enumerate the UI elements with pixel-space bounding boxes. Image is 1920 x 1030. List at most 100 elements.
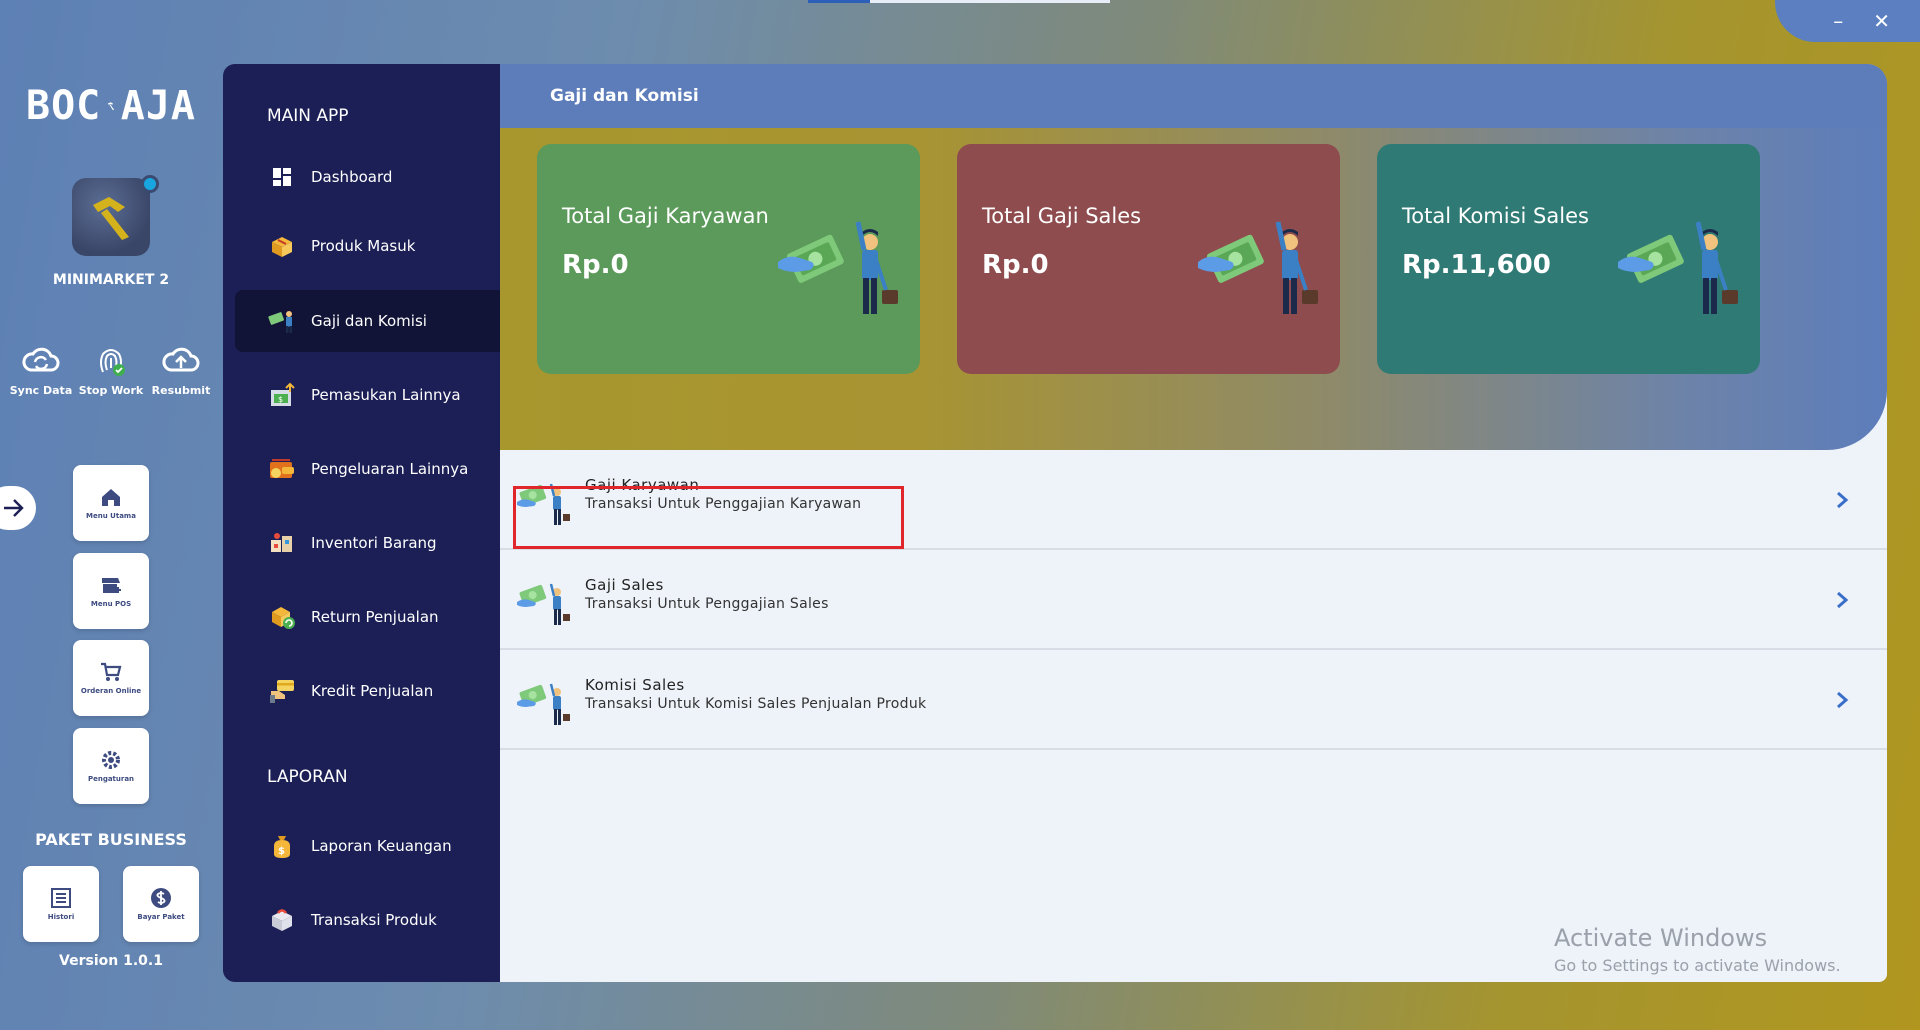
window-controls: – ✕ xyxy=(1775,0,1920,42)
sync-cloud-icon xyxy=(22,347,60,372)
expense-icon xyxy=(267,455,297,483)
menu-utama-label: Menu Utama xyxy=(86,512,136,520)
gear-icon xyxy=(102,751,120,769)
page-title-bar: Gaji dan Komisi xyxy=(500,64,1887,128)
sidebar-item-label: Gaji dan Komisi xyxy=(311,312,427,330)
sidebar: MAIN APP Dashboard Produk Masuk Gaji dan… xyxy=(223,64,501,982)
app-version: Version 1.0.1 xyxy=(59,953,163,969)
sidebar-item-transaksi-produk[interactable]: Transaksi Produk xyxy=(235,889,501,951)
total-gaji-sales-card: Total Gaji Sales Rp.0 xyxy=(957,144,1340,374)
income-icon: $ xyxy=(267,381,297,409)
hammer-logo-icon xyxy=(93,197,129,240)
orderan-online-tile[interactable]: Orderan Online xyxy=(73,640,149,716)
menu-utama-tile[interactable]: Menu Utama xyxy=(73,465,149,541)
list-icon xyxy=(51,888,71,908)
main-app-section-title: MAIN APP xyxy=(267,106,349,126)
bayar-paket-label: Bayar Paket xyxy=(137,913,185,921)
sync-data-button[interactable]: Sync Data xyxy=(8,342,74,397)
sidebar-item-label: Pemasukan Lainnya xyxy=(311,386,461,404)
histori-tile[interactable]: Histori xyxy=(23,866,99,942)
svg-text:$: $ xyxy=(278,395,283,404)
store-avatar[interactable] xyxy=(72,178,150,256)
paket-title: PAKET BUSINESS xyxy=(35,830,187,849)
minimize-button[interactable]: – xyxy=(1833,9,1843,33)
cart-icon xyxy=(101,662,122,681)
total-gaji-karyawan-card: Total Gaji Karyawan Rp.0 xyxy=(537,144,920,374)
gaji-sales-row[interactable]: Gaji Sales Transaksi Untuk Penggajian Sa… xyxy=(500,550,1887,650)
salary-icon xyxy=(267,307,297,335)
product-box-icon xyxy=(267,906,297,934)
top-tab-active-indicator xyxy=(808,0,870,3)
sidebar-item-inventori-barang[interactable]: Inventori Barang xyxy=(235,512,501,574)
upload-cloud-icon xyxy=(162,347,200,372)
sidebar-item-gaji-dan-komisi[interactable]: Gaji dan Komisi xyxy=(235,290,501,352)
menu-pos-tile[interactable]: Menu POS xyxy=(73,553,149,629)
dollar-icon xyxy=(151,888,171,908)
sync-data-label: Sync Data xyxy=(9,384,73,397)
row-subtitle: Transaksi Untuk Komisi Sales Penjualan P… xyxy=(585,696,927,712)
gaji-karyawan-row[interactable]: Gaji Karyawan Transaksi Untuk Penggajian… xyxy=(500,450,1887,550)
salary-illustration-icon xyxy=(1618,221,1738,314)
pengaturan-tile[interactable]: Pengaturan xyxy=(73,728,149,804)
bayar-paket-tile[interactable]: Bayar Paket xyxy=(123,866,199,942)
chevron-right-icon xyxy=(1837,691,1849,709)
sidebar-item-label: Laporan Keuangan xyxy=(311,837,452,855)
resubmit-button[interactable]: Resubmit xyxy=(148,342,214,397)
sidebar-item-label: Transaksi Produk xyxy=(311,911,437,929)
stop-work-button[interactable]: Stop Work xyxy=(78,342,144,397)
credit-icon xyxy=(267,677,297,705)
inventory-icon xyxy=(267,529,297,557)
store-icon xyxy=(102,578,121,593)
resubmit-label: Resubmit xyxy=(151,384,211,397)
store-name: MINIMARKET 2 xyxy=(52,272,170,288)
sidebar-item-label: Kredit Penjualan xyxy=(311,682,434,700)
sidebar-item-return-penjualan[interactable]: Return Penjualan xyxy=(235,586,501,648)
row-title: Gaji Sales xyxy=(585,576,664,594)
sidebar-item-laporan-keuangan[interactable]: $ Laporan Keuangan xyxy=(235,815,501,877)
logo-text-right: AJA xyxy=(120,83,196,129)
sidebar-item-pemasukan-lainnya[interactable]: $ Pemasukan Lainnya xyxy=(235,364,501,426)
summary-hero: Gaji dan Komisi Total Gaji Karyawan Rp.0… xyxy=(500,64,1887,450)
row-text: Komisi Sales Transaksi Untuk Komisi Sale… xyxy=(585,676,926,712)
hammer-icon xyxy=(108,102,115,111)
sidebar-item-dashboard[interactable]: Dashboard xyxy=(235,146,501,208)
left-rail: BOC AJA MINIMARKET 2 Sync Data Stop Work… xyxy=(0,0,222,1030)
close-button[interactable]: ✕ xyxy=(1873,9,1890,33)
dashboard-icon xyxy=(267,163,297,191)
activate-windows-watermark: Activate Windows Go to Settings to activ… xyxy=(1554,924,1841,975)
quick-actions: Sync Data Stop Work Resubmit xyxy=(8,342,214,397)
arrow-right-icon xyxy=(4,499,24,517)
total-komisi-sales-card: Total Komisi Sales Rp.11,600 xyxy=(1377,144,1760,374)
return-icon xyxy=(267,603,297,631)
svg-text:$: $ xyxy=(278,846,285,857)
sidebar-item-pengeluaran-lainnya[interactable]: Pengeluaran Lainnya xyxy=(235,438,501,500)
sidebar-item-label: Pengeluaran Lainnya xyxy=(311,460,469,478)
sidebar-item-label: Produk Masuk xyxy=(311,237,416,255)
sidebar-item-kredit-penjualan[interactable]: Kredit Penjualan xyxy=(235,660,501,722)
salary-icon xyxy=(517,683,570,725)
row-text: Gaji Sales Transaksi Untuk Penggajian Sa… xyxy=(585,576,829,612)
watermark-line1: Activate Windows xyxy=(1554,924,1768,952)
box-icon xyxy=(267,232,297,260)
pengaturan-label: Pengaturan xyxy=(87,775,135,783)
app-logo: BOC AJA xyxy=(26,78,196,134)
main-panel: Gaji dan Komisi Total Gaji Karyawan Rp.0… xyxy=(500,64,1887,982)
row-title: Komisi Sales xyxy=(585,676,685,694)
expand-rail-button[interactable] xyxy=(0,486,36,530)
page-title: Gaji dan Komisi xyxy=(550,86,699,106)
watermark-line2: Go to Settings to activate Windows. xyxy=(1554,956,1841,975)
selection-highlight xyxy=(513,486,904,549)
logo-text-left: BOC xyxy=(26,83,102,129)
chevron-right-icon xyxy=(1837,491,1849,509)
salary-illustration-icon xyxy=(1198,221,1318,314)
stop-work-label: Stop Work xyxy=(78,384,144,397)
chevron-right-icon xyxy=(1837,591,1849,609)
salary-icon xyxy=(517,583,570,625)
sidebar-item-label: Dashboard xyxy=(311,168,393,186)
salary-illustration-icon xyxy=(778,221,898,314)
sidebar-item-produk-masuk[interactable]: Produk Masuk xyxy=(235,215,501,277)
money-bag-icon: $ xyxy=(267,832,297,860)
komisi-sales-row[interactable]: Komisi Sales Transaksi Untuk Komisi Sale… xyxy=(500,650,1887,750)
sidebar-item-label: Return Penjualan xyxy=(311,608,439,626)
histori-label: Histori xyxy=(47,913,75,921)
